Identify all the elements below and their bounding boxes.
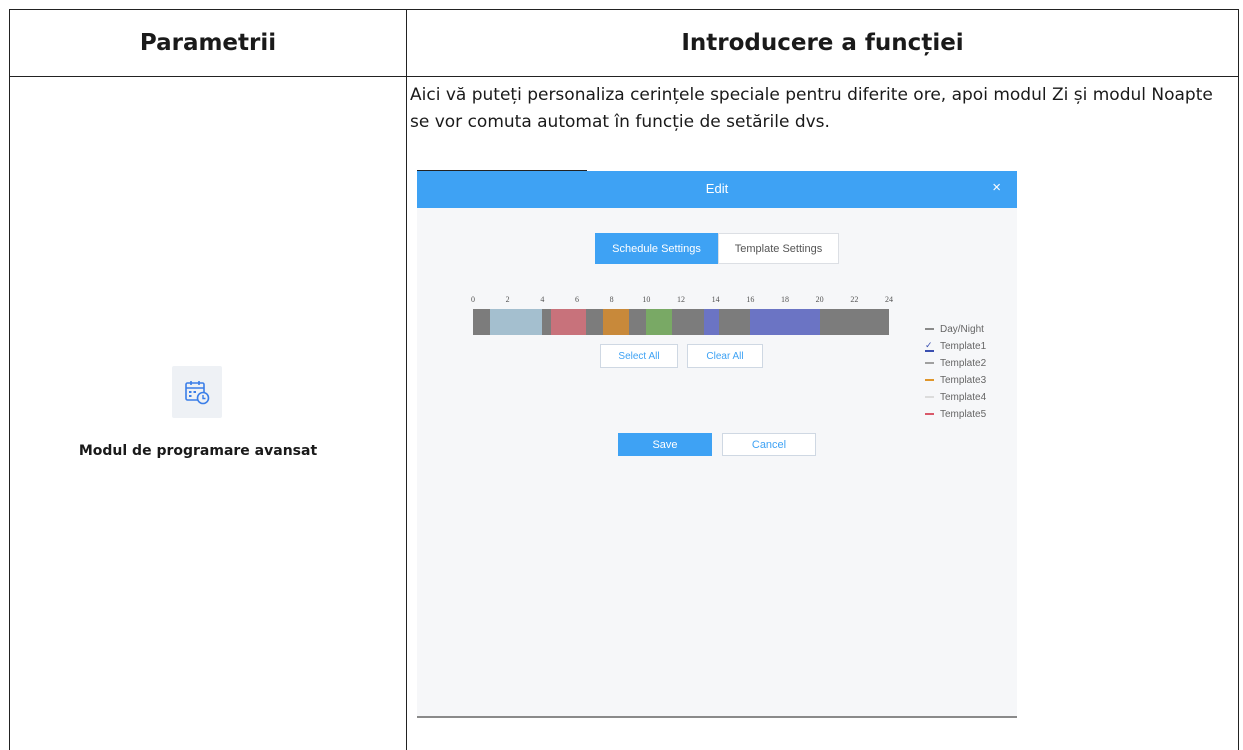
header-divider [10,76,1238,77]
schedule-segment[interactable] [551,309,586,335]
tick-label: 6 [575,295,579,304]
clear-all-button[interactable]: Clear All [687,344,763,368]
schedule-segment[interactable] [542,309,551,335]
legend-swatch [925,413,934,415]
legend-label: Day/Night [940,323,984,335]
dialog-header: Edit × [417,171,1017,208]
legend-item[interactable]: Template4 [925,390,986,404]
timeline-ticks: 0 2 4 6 8 10 12 14 16 18 20 22 24 [471,295,893,309]
schedule-segment[interactable] [473,309,491,335]
schedule-segment[interactable] [703,309,720,335]
schedule-segment[interactable] [819,309,889,335]
tick-label: 20 [815,295,824,304]
cancel-button[interactable]: Cancel [722,433,816,456]
checkmark-icon: ✓ [925,339,934,352]
legend-label: Template2 [940,357,987,369]
dialog-title: Edit [705,181,729,196]
legend-label: Template4 [940,391,987,403]
tick-label: 8 [609,295,614,304]
tick-label: 24 [885,295,893,304]
close-icon[interactable]: × [992,179,1001,196]
timeline-bar[interactable] [473,309,889,335]
schedule-segment[interactable] [585,309,603,335]
param-label: Modul de programare avansat [78,443,318,459]
select-all-button[interactable]: Select All [600,344,678,368]
schedule-segment[interactable] [750,309,820,335]
legend-label: Template1 [940,340,987,352]
save-button[interactable]: Save [618,433,712,456]
settings-tabs: Schedule Settings Template Settings [595,233,839,264]
legend-swatch [925,328,934,330]
schedule-segment[interactable] [603,309,629,335]
tick-label: 4 [540,295,545,304]
schedule-segment[interactable] [719,309,751,335]
tick-label: 2 [505,295,510,304]
schedule-segment[interactable] [490,309,543,335]
legend-item[interactable]: ✓ Template1 [925,339,986,353]
embedded-screenshot: Edit × Schedule Settings Template Settin… [417,170,1017,718]
tick-label: 0 [471,295,475,304]
calendar-clock-icon [172,366,222,418]
template-legend: Day/Night ✓ Template1 Template2 Template3 Tem… [925,322,986,424]
column-divider [406,10,407,750]
header-params: Parametrii [139,30,277,56]
schedule-segment[interactable] [629,309,647,335]
legend-item[interactable]: Day/Night [925,322,986,336]
tick-label: 16 [746,295,755,304]
legend-item[interactable]: Template5 [925,407,986,421]
tick-label: 14 [711,295,720,304]
schedule-segment[interactable] [646,309,673,335]
tick-label: 10 [642,295,651,304]
legend-swatch [925,396,934,398]
legend-item[interactable]: Template3 [925,373,986,387]
tab-template-settings[interactable]: Template Settings [718,233,839,264]
header-intro: Introducere a funcției [681,30,964,56]
legend-label: Template3 [940,374,987,386]
schedule-segment[interactable] [672,309,704,335]
legend-label: Template5 [940,408,987,420]
legend-swatch [925,362,934,364]
legend-swatch [925,379,934,381]
feature-description: Aici vă puteți personaliza cerințele spe… [410,85,1213,132]
tick-label: 22 [850,295,859,304]
tick-label: 12 [677,295,685,304]
tick-label: 18 [781,295,789,304]
tab-schedule-settings[interactable]: Schedule Settings [595,233,718,264]
legend-item[interactable]: Template2 [925,356,986,370]
